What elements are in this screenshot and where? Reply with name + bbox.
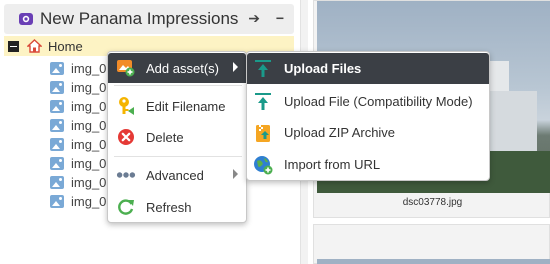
menu-separator	[114, 156, 242, 157]
image-icon	[50, 156, 64, 170]
image-icon	[50, 99, 64, 113]
menu-item-delete[interactable]: Delete	[108, 122, 246, 152]
menu-item-advanced[interactable]: Advanced	[108, 160, 246, 190]
image-icon	[50, 194, 64, 208]
collapse-toggle-icon[interactable]	[8, 40, 19, 52]
menu-item-upload-files[interactable]: Upload Files	[247, 53, 489, 84]
tree-item-image[interactable]: img_0	[50, 191, 106, 211]
tree-item-label: img_0	[71, 79, 107, 95]
menu-item-upload-zip[interactable]: Upload ZIP Archive	[247, 117, 489, 148]
tree-item-image[interactable]: img_0	[50, 153, 106, 173]
tree-item-label: img_0	[71, 136, 107, 152]
submenu-arrow-icon	[233, 62, 238, 72]
more-dots-icon	[116, 165, 136, 185]
menu-item-label: Edit Filename	[146, 98, 226, 114]
tree-item-label: img_0	[71, 60, 107, 76]
tree-item-label: img_0	[71, 193, 107, 209]
arrow-right-icon[interactable]: ➔	[248, 10, 260, 27]
key-icon	[116, 96, 136, 116]
image-icon	[50, 137, 64, 151]
context-menu: Add asset(s) Edit Filename Delete Advanc…	[107, 51, 247, 223]
site-icon	[19, 13, 33, 25]
menu-item-edit-filename[interactable]: Edit Filename	[108, 91, 246, 121]
add-asset-icon	[116, 58, 136, 78]
menu-separator	[114, 85, 242, 86]
submenu-item-label: Import from URL	[284, 157, 381, 172]
menu-item-label: Refresh	[146, 199, 192, 215]
tree-item-label: img_0	[71, 117, 107, 133]
menu-item-upload-compat[interactable]: Upload File (Compatibility Mode)	[247, 86, 489, 117]
image-icon	[50, 61, 64, 75]
submenu-item-label: Upload File (Compatibility Mode)	[284, 94, 473, 109]
tree-item-label: img_0	[71, 155, 107, 171]
tree-item-image[interactable]: img_0	[50, 96, 106, 116]
asset-thumbnail-image[interactable]	[317, 259, 550, 264]
panel-title: New Panama Impressions	[40, 9, 239, 28]
asset-thumbnail-card[interactable]	[313, 224, 550, 264]
tree-item-image[interactable]: img_0	[50, 58, 106, 78]
collapse-panel-button[interactable]: −	[276, 10, 284, 26]
tree-item-image[interactable]: img_0	[50, 115, 106, 135]
menu-item-import-url[interactable]: Import from URL	[247, 149, 489, 180]
submenu-arrow-icon	[233, 169, 238, 179]
upload-icon	[253, 58, 273, 80]
image-icon	[50, 175, 64, 189]
panel-header: New Panama Impressions ➔ −	[4, 4, 294, 34]
menu-item-label: Delete	[146, 129, 184, 145]
menu-item-label: Advanced	[146, 167, 204, 183]
refresh-icon	[116, 197, 136, 217]
image-icon	[50, 80, 64, 94]
tree-item-label: img_0	[71, 98, 107, 114]
image-icon	[50, 118, 64, 132]
menu-item-label: Add asset(s)	[146, 60, 219, 76]
globe-icon	[253, 154, 273, 176]
tree-item-image[interactable]: img_0	[50, 77, 106, 97]
home-icon	[27, 39, 42, 53]
tree-item-image[interactable]: img_0	[50, 172, 106, 192]
delete-icon	[116, 127, 136, 147]
tree-item-image[interactable]: img_0	[50, 134, 106, 154]
submenu-item-label: Upload ZIP Archive	[284, 125, 396, 140]
zip-archive-icon	[253, 122, 273, 144]
submenu-item-label: Upload Files	[284, 61, 362, 76]
upload-icon	[253, 91, 273, 113]
tree-home-label: Home	[48, 38, 83, 54]
tree-item-label: img_0	[71, 174, 107, 190]
add-assets-submenu: Upload Files Upload File (Compatibility …	[246, 51, 490, 181]
menu-item-add-assets[interactable]: Add asset(s)	[108, 53, 246, 83]
thumbnail-caption: dsc03778.jpg	[402, 197, 463, 208]
menu-item-refresh[interactable]: Refresh	[108, 192, 246, 222]
